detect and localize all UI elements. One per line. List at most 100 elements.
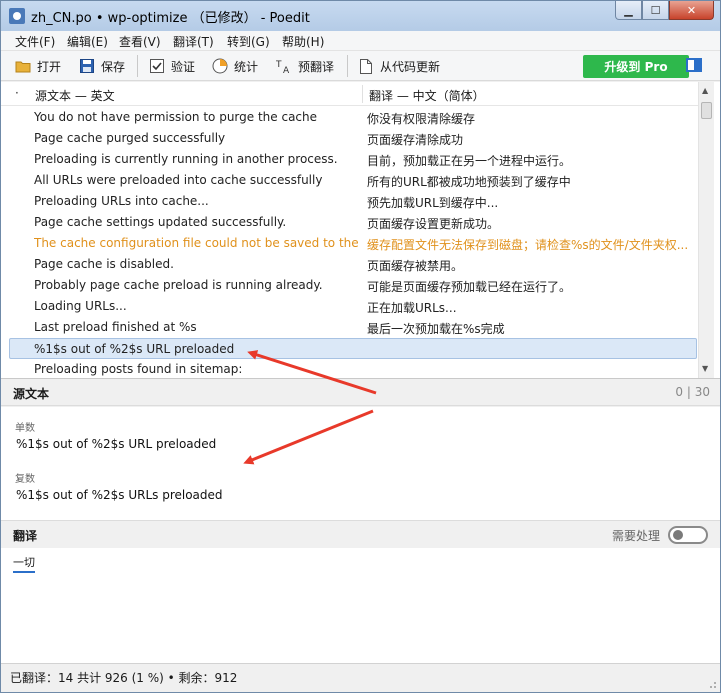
open-button[interactable]: 打开 [15,56,61,76]
scrollbar-thumb[interactable] [701,102,712,119]
save-label: 保存 [101,59,126,74]
toolbar-separator [137,55,138,77]
table-row[interactable]: Preloading URLs into cache... 预先加载URL到缓存中… [1,191,698,212]
pretranslate-button[interactable]: TA 预翻译 [276,56,334,76]
minimize-button[interactable]: ▁ [615,1,642,20]
translation-label: 翻译 [13,529,38,543]
list-rows: You do not have permission to purge the … [1,107,698,380]
translation-cell: 预先加载URL到缓存中... [367,196,499,210]
table-row[interactable]: Probably page cache preload is running a… [1,275,698,296]
toolbar-separator [347,55,348,77]
string-list: · 源文本 — 英文 翻译 — 中文（简体） You do not have p… [1,82,720,379]
open-label: 打开 [37,59,62,74]
menu-edit[interactable]: 编辑(E) [67,33,108,50]
source-column-header[interactable]: 源文本 — 英文 [35,87,115,104]
plural-label: 复数 [15,474,35,485]
sort-indicator[interactable]: · [15,86,19,100]
svg-text:T: T [276,60,282,70]
source-cell: You do not have permission to purge the … [34,110,318,124]
update-from-code-label: 从代码更新 [380,59,441,74]
list-scrollbar[interactable]: ▲ ▼ [698,82,714,378]
sidebar-toggle-icon[interactable] [686,58,702,72]
table-row[interactable]: Last preload finished at %s 最后一次预加载在%s完成 [1,317,698,338]
translate-icon: TA [276,58,292,74]
singular-label: 单数 [15,423,35,434]
table-row[interactable]: Preloading posts found in sitemap: [1,359,698,380]
folder-icon [15,58,31,74]
source-text-pane: 单数 %1$s out of %2$s URL preloaded 复数 %1$… [1,407,720,521]
checkbox-icon [149,58,165,74]
table-row[interactable]: The cache configuration file could not b… [1,233,698,254]
upgrade-pro-button[interactable]: 升级到 Pro [583,55,689,78]
translation-cell: 可能是页面缓存预加载已经在运行了。 [367,280,572,294]
validate-button[interactable]: 验证 [149,56,195,76]
status-bar: 已翻译：14 共计 926 (1 %) • 剩余：912 [1,663,720,692]
table-row[interactable]: All URLs were preloaded into cache succe… [1,170,698,191]
needs-work-toggle[interactable] [668,526,708,544]
source-cell: Last preload finished at %s [34,320,197,334]
stats-button[interactable]: 统计 [212,56,258,76]
translation-cell: 缓存配置文件无法保存到磁盘；请检查%s的文件/文件夹权... [367,238,689,252]
save-button[interactable]: 保存 [79,56,125,76]
floppy-disk-icon [79,58,95,74]
maximize-button[interactable]: ☐ [642,1,669,20]
update-from-code-button[interactable]: 从代码更新 [358,56,440,76]
list-header: · 源文本 — 英文 翻译 — 中文（简体） [1,82,698,106]
poedit-app-icon [9,8,25,24]
poedit-window: zh_CN.po • wp-optimize （已修改） - Poedit ▁ … [0,0,721,693]
source-cell: Page cache is disabled. [34,257,174,271]
stats-label: 统计 [234,59,259,74]
pretranslate-label: 预翻译 [298,59,335,74]
close-button[interactable]: ✕ [669,1,714,20]
translation-editor[interactable]: 一切 [1,548,720,663]
menu-goto[interactable]: 转到(G) [227,33,270,50]
menu-translate[interactable]: 翻译(T) [173,33,214,50]
source-cell: Probably page cache preload is running a… [34,278,323,292]
pie-chart-icon [212,58,228,74]
scroll-down-icon[interactable]: ▼ [702,364,708,373]
table-row[interactable]: Loading URLs... 正在加载URLs... [1,296,698,317]
table-row[interactable]: Preloading is currently running in anoth… [1,149,698,170]
scroll-up-icon[interactable]: ▲ [702,86,708,95]
table-row[interactable]: Page cache is disabled. 页面缓存被禁用。 [1,254,698,275]
needs-work-label: 需要处理 [611,529,660,543]
source-cell: Page cache settings updated successfully… [34,215,287,229]
translation-cell: 页面缓存设置更新成功。 [367,217,500,231]
translation-header: 翻译 需要处理 [1,522,720,548]
source-cell: Preloading posts found in sitemap: [34,362,243,376]
translation-cell: 所有的URL都被成功地预装到了缓存中 [367,175,571,189]
svg-text:A: A [283,66,290,74]
translation-cell: 最后一次预加载在%s完成 [367,322,505,336]
translation-cell: 正在加载URLs... [367,301,457,315]
source-text-header: 源文本 0 | 30 [1,380,720,406]
translation-cell: 你没有权限清除缓存 [367,112,476,126]
source-cell: Preloading is currently running in anoth… [34,152,338,166]
progress-status: 已翻译：14 共计 926 (1 %) • 剩余：912 [10,671,238,685]
title-bar: zh_CN.po • wp-optimize （已修改） - Poedit ▁ … [1,1,720,31]
menu-bar: 文件(F) 编辑(E) 查看(V) 翻译(T) 转到(G) 帮助(H) [1,31,720,51]
document-icon [358,58,374,74]
table-row[interactable]: Page cache settings updated successfully… [1,212,698,233]
menu-help[interactable]: 帮助(H) [282,33,324,50]
char-counter: 0 | 30 [675,385,710,399]
translation-cell: 目前，预加载正在另一个进程中运行。 [367,154,572,168]
resize-grip-icon[interactable] [707,679,717,689]
singular-text: %1$s out of %2$s URL preloaded [16,437,217,451]
source-cell: Loading URLs... [34,299,127,313]
source-cell: The cache configuration file could not b… [34,236,359,250]
validate-label: 验证 [171,59,196,74]
source-cell: All URLs were preloaded into cache succe… [34,173,323,187]
translation-cell: 页面缓存被禁用。 [367,259,464,273]
plural-form-tab[interactable]: 一切 [13,554,35,573]
table-row[interactable]: You do not have permission to purge the … [1,107,698,128]
menu-file[interactable]: 文件(F) [15,33,55,50]
source-cell: Preloading URLs into cache... [34,194,209,208]
translation-cell: 页面缓存清除成功 [367,133,464,147]
menu-view[interactable]: 查看(V) [119,33,161,50]
table-row-selected[interactable]: %1$s out of %2$s URL preloaded [9,338,697,359]
table-row[interactable]: Page cache purged successfully 页面缓存清除成功 [1,128,698,149]
translation-column-header[interactable]: 翻译 — 中文（简体） [369,87,485,104]
column-divider[interactable] [362,85,363,103]
source-text-label: 源文本 [13,387,50,401]
source-cell: Page cache purged successfully [34,131,226,145]
